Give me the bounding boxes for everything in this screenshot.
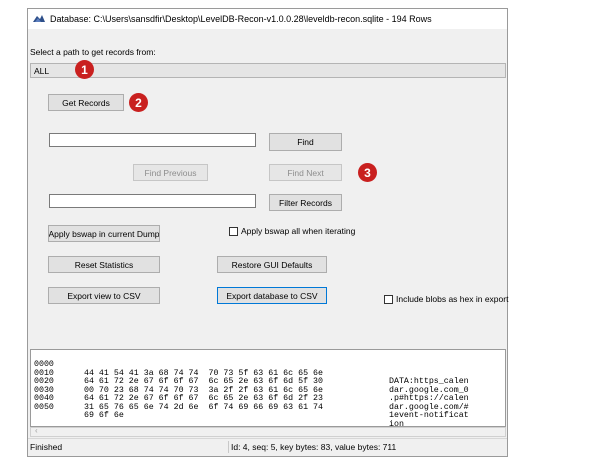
find-next-button[interactable]: Find Next (269, 164, 342, 181)
title-bar: Database: C:\Users\sansdfir\Desktop\Leve… (28, 9, 507, 29)
reset-statistics-button[interactable]: Reset Statistics (48, 256, 160, 273)
get-records-button[interactable]: Get Records (48, 94, 124, 111)
export-database-csv-button[interactable]: Export database to CSV (217, 287, 327, 304)
app-window: Database: C:\Users\sansdfir\Desktop\Leve… (27, 8, 508, 457)
restore-gui-defaults-button[interactable]: Restore GUI Defaults (217, 256, 327, 273)
hex-row: 0050 69 6f 6e ion (34, 396, 404, 426)
export-view-csv-button[interactable]: Export view to CSV (48, 287, 160, 304)
hex-offset: 0050 (34, 402, 54, 412)
find-button[interactable]: Find (269, 133, 342, 151)
status-text: Finished (30, 442, 63, 452)
window-title: Database: C:\Users\sansdfir\Desktop\Leve… (50, 14, 432, 24)
scroll-left-icon[interactable]: ‹ (35, 426, 38, 435)
path-selector-label: Select a path to get records from: (30, 47, 156, 57)
path-selector-value: ALL (34, 65, 50, 76)
app-logo-icon (33, 15, 45, 22)
apply-bswap-all-checkbox[interactable]: Apply bswap all when iterating (229, 226, 355, 236)
annotation-marker-2: 2 (129, 93, 148, 112)
checkbox-box[interactable] (229, 226, 238, 236)
annotation-marker-3: 3 (358, 163, 377, 182)
hex-bytes: 69 6f 6e (84, 411, 124, 421)
filter-input[interactable] (49, 194, 256, 208)
apply-bswap-all-label: Apply bswap all when iterating (241, 226, 356, 236)
horizontal-scrollbar[interactable]: ‹ (30, 426, 506, 437)
find-previous-button[interactable]: Find Previous (133, 164, 208, 181)
find-input[interactable] (49, 133, 256, 147)
status-separator (228, 441, 229, 453)
path-selector-dropdown[interactable]: ALL (30, 63, 506, 78)
record-info: Id: 4, seq: 5, key bytes: 83, value byte… (231, 442, 397, 452)
apply-bswap-dump-button[interactable]: Apply bswap in current Dump (48, 225, 160, 242)
checkbox-box[interactable] (384, 294, 393, 304)
hex-viewer[interactable]: 0000 44 41 54 41 3a 68 74 74 70 73 5f 63… (30, 349, 506, 427)
include-blobs-hex-label: Include blobs as hex in export (396, 294, 509, 304)
filter-records-button[interactable]: Filter Records (269, 194, 342, 211)
include-blobs-hex-checkbox[interactable]: Include blobs as hex in export (384, 294, 508, 304)
status-bar: Finished Id: 4, seq: 5, key bytes: 83, v… (28, 438, 507, 456)
annotation-marker-1: 1 (75, 60, 94, 79)
